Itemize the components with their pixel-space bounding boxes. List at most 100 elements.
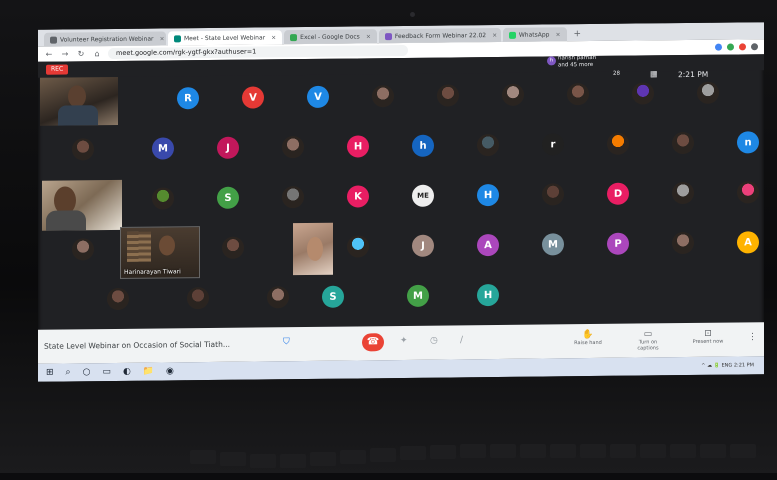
pen-icon[interactable]: / (460, 335, 463, 345)
participant-tile[interactable]: M (133, 128, 193, 169)
participant-tile[interactable]: ME (393, 175, 453, 216)
participant-tile[interactable] (53, 129, 113, 170)
participant-tile[interactable] (263, 127, 323, 168)
taskbar-app-icon[interactable]: ◉ (166, 366, 174, 376)
participant-video-tile[interactable] (293, 222, 333, 276)
participant-tile[interactable] (203, 227, 263, 268)
browser-tab[interactable]: Volunteer Registration Webinar × (44, 31, 166, 47)
participant-tile[interactable]: M (388, 276, 448, 317)
camera-icon[interactable]: ◷ (430, 336, 438, 346)
home-button[interactable]: ⌂ (92, 49, 102, 58)
participant-tile[interactable] (548, 74, 608, 115)
participant-tile[interactable] (653, 223, 713, 264)
participant-tile[interactable] (168, 278, 228, 319)
participant-tile[interactable]: K (328, 176, 388, 217)
participant-tile[interactable] (483, 75, 543, 116)
shield-icon[interactable]: ⛉ (283, 337, 290, 347)
back-button[interactable]: ← (44, 50, 54, 59)
browser-tab[interactable]: Excel - Google Docs × (284, 29, 377, 45)
present-icon: ⊡ (704, 328, 712, 339)
browser-tab-active[interactable]: Meet - State Level Webinar × (168, 30, 283, 46)
participant-tile[interactable] (458, 125, 518, 166)
taskbar-app-icon[interactable]: ▭ (102, 367, 111, 377)
participant-avatar: J (412, 234, 434, 257)
participant-tile[interactable]: H (328, 126, 388, 167)
profile-icon[interactable] (751, 43, 758, 51)
participant-face (307, 236, 323, 261)
end-call-button[interactable]: ☎ (362, 333, 384, 352)
participant-tile[interactable] (418, 75, 478, 116)
participant-tile[interactable]: V (288, 77, 348, 118)
taskbar-app-icon[interactable]: ○ (83, 367, 91, 377)
participant-tile[interactable] (678, 72, 738, 113)
participant-tile[interactable]: D (588, 173, 648, 214)
raise-hand-label: Raise hand (574, 339, 602, 347)
meeting-name[interactable]: State Level Webinar on Occasion of Socia… (44, 340, 230, 351)
url-input[interactable]: meet.google.com/rgk-ygtf-gkx?authuser=1 (108, 44, 408, 60)
captions-button[interactable]: ▭ Turn on captions (628, 329, 668, 351)
keyboard-key (640, 444, 666, 458)
participant-tile[interactable] (613, 73, 673, 114)
participant-tile[interactable] (523, 174, 583, 215)
participant-avatar: S (217, 186, 239, 209)
browser-tab[interactable]: WhatsApp × (502, 27, 567, 42)
participant-tile[interactable]: A (458, 225, 518, 266)
participant-tile[interactable] (718, 172, 764, 213)
participant-tile[interactable]: H (458, 275, 518, 316)
reload-button[interactable]: ↻ (76, 49, 86, 58)
participant-tile[interactable]: R (158, 78, 218, 119)
participant-tile[interactable]: V (223, 77, 283, 118)
forward-button[interactable]: → (60, 49, 70, 58)
participant-tile[interactable] (53, 229, 113, 270)
participant-tile[interactable]: J (393, 225, 453, 266)
participant-tile[interactable]: A (718, 222, 764, 263)
participant-avatar (347, 235, 369, 258)
extension-icon[interactable] (739, 43, 746, 51)
participant-tile[interactable]: n (718, 122, 764, 163)
present-now-button[interactable]: ⊡ Present now (688, 329, 728, 345)
participant-tile[interactable] (328, 226, 388, 267)
participant-tile[interactable]: r (523, 124, 583, 165)
raise-hand-button[interactable]: ✋ Raise hand (568, 330, 608, 346)
participant-tile[interactable]: S (198, 177, 258, 218)
participant-tile[interactable] (653, 123, 713, 164)
tab-close-icon[interactable]: × (555, 31, 560, 38)
participant-avatar: V (307, 85, 329, 108)
participant-tile[interactable] (263, 177, 323, 218)
extension-icon[interactable] (727, 43, 734, 51)
participant-tile[interactable] (133, 178, 193, 219)
mic-icon[interactable]: ✦ (400, 336, 408, 346)
participant-avatar: ME (412, 184, 434, 207)
taskbar-app-icon[interactable]: 📁 (143, 367, 154, 377)
tab-label: Volunteer Registration Webinar (60, 35, 154, 44)
participant-video-tile[interactable] (40, 76, 118, 126)
participant-tile[interactable] (88, 279, 148, 320)
system-tray[interactable]: ^ ☁ 🔋 ENG 2:21 PM (701, 362, 764, 369)
participant-tile[interactable]: S (303, 276, 363, 317)
participant-tile[interactable]: P (588, 223, 648, 264)
tab-close-icon[interactable]: × (271, 34, 276, 41)
participant-tile[interactable] (588, 123, 648, 164)
new-tab-button[interactable]: + (569, 27, 587, 41)
taskbar-app-icon[interactable]: ⊞ (46, 368, 54, 378)
participant-tile[interactable]: M (523, 224, 583, 265)
tab-close-icon[interactable]: × (492, 31, 497, 38)
participant-avatar (607, 132, 629, 155)
participant-video-tile[interactable] (42, 179, 122, 231)
taskbar-app-icon[interactable]: ⌕ (66, 367, 71, 377)
participant-tile[interactable] (653, 173, 713, 214)
participant-tile[interactable] (353, 76, 413, 117)
participant-tile[interactable] (248, 277, 308, 318)
tab-close-icon[interactable]: × (159, 35, 164, 42)
participant-tile[interactable]: h (393, 125, 453, 166)
participant-tile[interactable]: H (458, 175, 518, 216)
taskbar-app-icon[interactable]: ◐ (123, 367, 131, 377)
participant-avatar (502, 83, 524, 106)
participant-tile[interactable]: J (198, 127, 258, 168)
more-options-icon[interactable]: ⋮ (748, 332, 757, 342)
extension-icon[interactable] (715, 43, 722, 51)
participant-avatar: K (347, 185, 369, 208)
tab-close-icon[interactable]: × (366, 33, 371, 40)
presenter-video-tile[interactable]: Harinarayan Tiwari (120, 226, 200, 279)
browser-tab[interactable]: Feedback Form Webinar 22.02 × (378, 27, 501, 44)
